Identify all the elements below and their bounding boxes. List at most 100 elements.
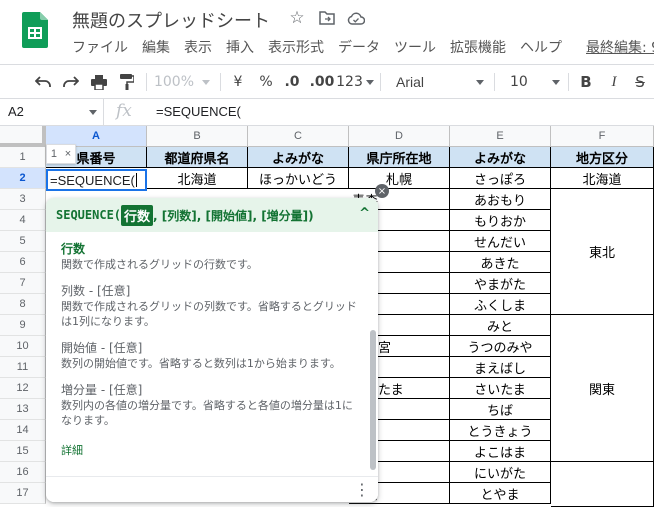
cell-c1[interactable]: よみがな	[248, 147, 349, 168]
menu-extensions[interactable]: 拡張機能	[450, 38, 506, 58]
cell-e15[interactable]: よこはま	[450, 441, 551, 462]
toolbar-separator	[220, 73, 221, 91]
italic-button[interactable]: I	[604, 65, 624, 99]
text-cursor	[135, 173, 137, 187]
active-cell-editor-a2[interactable]: =SEQUENCE(	[46, 169, 147, 191]
close-icon[interactable]: ×	[65, 148, 71, 160]
row-header-1[interactable]: 1	[0, 147, 46, 168]
cell-f9-f15-merged[interactable]: 関東	[551, 315, 654, 462]
toolbar-separator	[146, 73, 147, 91]
cell-d2[interactable]: 札幌	[349, 168, 450, 189]
menu-view[interactable]: 表示	[184, 38, 212, 58]
column-header-c[interactable]: C	[248, 126, 349, 147]
help-arg-desc: 数列内の各値の増分量です。省略すると各値の増分量は1になります。	[61, 399, 353, 427]
cell-e2[interactable]: さっぽろ	[450, 168, 551, 189]
cell-e9[interactable]: みと	[450, 315, 551, 336]
cell-e5[interactable]: せんだい	[450, 231, 551, 252]
menu-help[interactable]: ヘルプ	[520, 38, 562, 58]
currency-button[interactable]: ¥	[228, 65, 248, 99]
formula-input[interactable]: =SEQUENCE(	[156, 99, 241, 125]
cell-e4[interactable]: もりおか	[450, 210, 551, 231]
chevron-up-icon[interactable]: ^	[359, 206, 370, 221]
cell-e6[interactable]: あきた	[450, 252, 551, 273]
help-signature[interactable]: SEQUENCE( 行数 , [列数], [開始値], [増分量]) ^	[46, 198, 378, 232]
sheets-logo-icon[interactable]	[22, 12, 48, 48]
row-header-9[interactable]: 9	[0, 315, 46, 336]
cell-f1[interactable]: 地方区分	[551, 147, 654, 168]
font-size-select[interactable]: 10	[500, 65, 562, 99]
cell-e17[interactable]: とやま	[450, 483, 551, 504]
undo-icon[interactable]	[32, 65, 54, 99]
column-header-e[interactable]: E	[450, 126, 551, 147]
print-icon[interactable]	[88, 65, 110, 99]
row-count-chip[interactable]: 1 ×	[46, 144, 76, 164]
help-learn-more-link[interactable]: 詳細	[61, 442, 358, 458]
cell-f3-f8-merged[interactable]: 東北	[551, 189, 654, 315]
row-header-5[interactable]: 5	[0, 231, 46, 252]
row-header-14[interactable]: 14	[0, 420, 46, 441]
cell-c2[interactable]: ほっかいどう	[248, 168, 349, 189]
column-header-b[interactable]: B	[147, 126, 248, 147]
row-header-8[interactable]: 8	[0, 294, 46, 315]
row-header-11[interactable]: 11	[0, 357, 46, 378]
cell-e12[interactable]: さいたま	[450, 378, 551, 399]
select-all-corner[interactable]	[0, 126, 46, 147]
cell-e14[interactable]: とうきょう	[450, 420, 551, 441]
menu-tools[interactable]: ツール	[394, 38, 436, 58]
help-scrollbar[interactable]	[370, 330, 376, 470]
menu-data[interactable]: データ	[338, 38, 380, 58]
column-header-d[interactable]: D	[349, 126, 450, 147]
redo-icon[interactable]	[60, 65, 82, 99]
decrease-decimal-button[interactable]: .0	[281, 65, 303, 99]
column-header-f[interactable]: F	[551, 126, 654, 147]
paint-format-icon[interactable]	[116, 65, 138, 99]
close-help-icon[interactable]: ×	[375, 184, 389, 198]
move-folder-icon[interactable]	[318, 9, 336, 27]
increase-decimal-button[interactable]: .00	[309, 65, 335, 99]
menu-insert[interactable]: 挿入	[226, 38, 254, 58]
more-formats-select[interactable]: 123	[336, 65, 374, 99]
cell-e7[interactable]: やまがた	[450, 273, 551, 294]
cell-e8[interactable]: ふくしま	[450, 294, 551, 315]
document-title[interactable]: 無題のスプレッドシート	[72, 7, 270, 33]
cell-e1[interactable]: よみがな	[450, 147, 551, 168]
cell-e10[interactable]: うつのみや	[450, 336, 551, 357]
font-family-select[interactable]: Arial	[388, 65, 488, 99]
strikethrough-button[interactable]: S	[630, 65, 650, 99]
row-header-16[interactable]: 16	[0, 462, 46, 483]
help-arg-desc: 関数で作成されるグリッドの行数です。	[61, 258, 258, 271]
menu-edit[interactable]: 編集	[142, 38, 170, 58]
row-header-7[interactable]: 7	[0, 273, 46, 294]
cell-e11[interactable]: まえばし	[450, 357, 551, 378]
percent-button[interactable]: %	[256, 65, 276, 99]
row-header-4[interactable]: 4	[0, 210, 46, 231]
bold-button[interactable]: B	[576, 65, 596, 99]
row-header-15[interactable]: 15	[0, 441, 46, 462]
cell-b2[interactable]: 北海道	[147, 168, 248, 189]
row-header-17[interactable]: 17	[0, 483, 46, 504]
menu-format[interactable]: 表示形式	[268, 38, 324, 58]
cell-e16[interactable]: にいがた	[450, 462, 551, 483]
help-arg-title: 増分量 - [任意]	[61, 383, 143, 397]
row-header-12[interactable]: 12	[0, 378, 46, 399]
cloud-saved-icon[interactable]	[347, 9, 365, 27]
cell-f16-f17-merged[interactable]	[551, 462, 654, 507]
more-vert-icon[interactable]: ⋮	[354, 480, 370, 499]
menu-file[interactable]: ファイル	[72, 38, 128, 58]
row-header-6[interactable]: 6	[0, 252, 46, 273]
zoom-select[interactable]: 100%	[152, 65, 212, 99]
formula-bar: A2 fx =SEQUENCE(	[0, 99, 654, 126]
row-header-10[interactable]: 10	[0, 336, 46, 357]
cell-e3[interactable]: あおもり	[450, 189, 551, 210]
row-header-13[interactable]: 13	[0, 399, 46, 420]
row-header-3[interactable]: 3	[0, 189, 46, 210]
row-header-2[interactable]: 2	[0, 168, 46, 189]
cell-e13[interactable]: ちば	[450, 399, 551, 420]
name-box[interactable]: A2	[0, 99, 104, 125]
cell-d1[interactable]: 県庁所在地	[349, 147, 450, 168]
cell-b1[interactable]: 都道府県名	[147, 147, 248, 168]
star-icon[interactable]: ☆	[288, 8, 306, 28]
function-help-popup: SEQUENCE( 行数 , [列数], [開始値], [増分量]) ^ 行数 …	[46, 198, 378, 502]
cell-f2[interactable]: 北海道	[551, 168, 654, 189]
last-edit-link[interactable]: 最終編集: 9	[586, 38, 654, 58]
